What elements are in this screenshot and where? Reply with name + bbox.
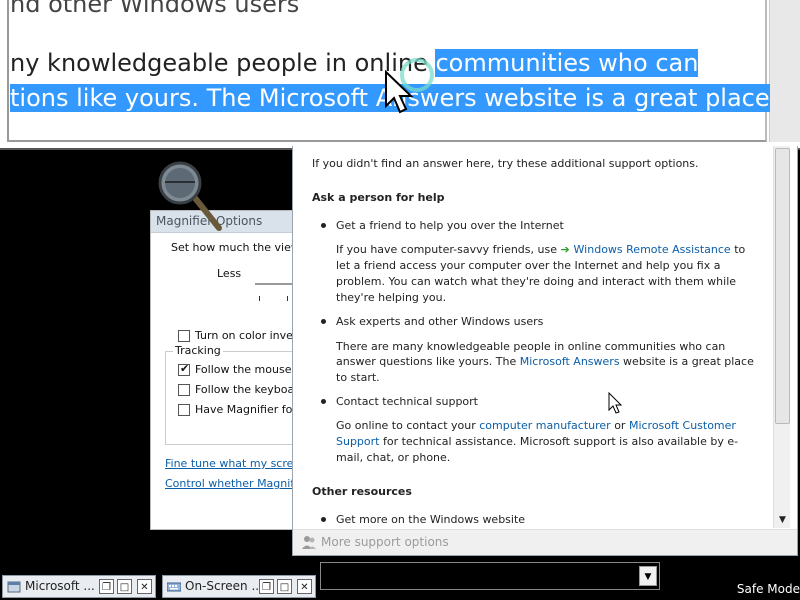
friend-text-to: to — [730, 243, 746, 256]
tech-line2-post: for technical assistance. Microsoft supp… — [379, 435, 739, 448]
friend-text-line3: problem. You can watch what they're doin… — [336, 275, 737, 288]
maximize-icon[interactable]: □ — [277, 579, 292, 594]
address-dropdown[interactable]: ▼ — [320, 562, 660, 590]
magnifying-glass-icon — [158, 161, 222, 231]
bullet — [321, 319, 326, 324]
friend-text: If you have computer-savvy friends, use … — [336, 242, 745, 258]
microsoft-support-link[interactable]: Microsoft Customer — [629, 419, 736, 432]
experts-line2-pre: answer questions like yours. The — [336, 355, 520, 368]
bullet — [321, 399, 326, 404]
bullet — [321, 517, 326, 522]
dialog-body: Set how much the view Less Turn on color… — [151, 233, 305, 529]
scroll-down-arrow-icon[interactable]: ▼ — [775, 513, 790, 527]
friend-bullet: Get a friend to help you over the Intern… — [336, 219, 564, 232]
restore-icon[interactable]: ❐ — [259, 579, 274, 594]
color-inversion-label: Turn on color inver — [195, 329, 298, 342]
ask-heading: Ask a person for help — [312, 191, 445, 204]
zoom-label: Set how much the view — [171, 241, 300, 254]
microsoft-support-link-cont[interactable]: Support — [336, 435, 379, 448]
help-intro: If you didn't find an answer here, try t… — [312, 157, 699, 170]
experts-line1: There are many knowledgeable people in o… — [336, 340, 726, 353]
friend-text-pre: If you have computer-savvy friends, use — [336, 243, 561, 256]
experts-bullet: Ask experts and other Windows users — [336, 315, 544, 328]
other-resources-heading: Other resources — [312, 485, 412, 498]
restore-icon[interactable]: ❐ — [99, 579, 114, 594]
safe-mode-label: Safe Mode — [736, 582, 800, 596]
follow-mouse-label: Follow the mouse — [195, 363, 292, 376]
tracking-label: Tracking — [173, 344, 223, 357]
fine-tune-link[interactable]: Fine tune what my scree — [165, 457, 300, 470]
follow-focus-label: Have Magnifier fol — [195, 403, 296, 416]
follow-mouse-checkbox[interactable] — [178, 362, 190, 376]
people-icon — [302, 536, 316, 549]
tech-line2: Support for technical assistance. Micros… — [336, 434, 738, 450]
help-content: If you didn't find an answer here, try t… — [293, 146, 773, 528]
mouse-cursor-icon — [608, 392, 623, 414]
tech-line1-pre: Go online to contact your — [336, 419, 480, 432]
more-support-options[interactable]: More support options — [321, 535, 449, 549]
mouse-cursor-icon — [385, 70, 414, 114]
computer-manufacturer-link[interactable]: computer manufacturer — [479, 419, 610, 432]
more-windows-bullet: Get more on the Windows website — [336, 513, 526, 526]
less-label: Less — [217, 267, 242, 280]
bullet — [321, 223, 326, 228]
tech-line1: Go online to contact your computer manuf… — [336, 418, 736, 434]
microsoft-answers-link[interactable]: Microsoft Answers — [520, 355, 620, 368]
experts-line2: answer questions like yours. The Microso… — [336, 354, 754, 370]
follow-keyboard-label: Follow the keyboa — [195, 383, 295, 396]
tech-line3: mail, chat, or phone. — [336, 451, 451, 464]
tech-bullet: Contact technical support — [336, 395, 478, 408]
keyboard-icon — [167, 582, 181, 592]
slider-tick — [259, 296, 260, 301]
friend-text-line2: let a friend access your computer over t… — [336, 259, 721, 272]
help-vertical-scrollbar[interactable]: ▼ — [773, 146, 790, 528]
lens-line-1: nd other Windows users — [10, 0, 300, 18]
close-icon[interactable]: ✕ — [137, 579, 152, 594]
color-inversion-checkbox[interactable] — [178, 330, 190, 342]
tech-line1-mid: or — [610, 419, 629, 432]
lens-line-2: ny knowledgeable people in online commun… — [10, 49, 699, 77]
friend-text-line4: they're helping you. — [336, 291, 447, 304]
chevron-down-icon[interactable]: ▼ — [639, 566, 657, 586]
arrow-right-icon: ➔ — [560, 243, 574, 256]
follow-keyboard-checkbox[interactable] — [178, 384, 190, 396]
slider-tick — [287, 296, 288, 301]
experts-line2-post: website is a great place — [619, 355, 754, 368]
taskbar-item-label: On-Screen ... — [185, 579, 263, 593]
window-app-icon — [7, 581, 21, 593]
taskbar-item-microsoft[interactable]: Microsoft ... ❐ □ ✕ — [2, 575, 156, 598]
lens-line-2-selected: communities who can — [435, 49, 699, 77]
remote-assistance-link[interactable]: Windows Remote Assistance — [574, 243, 731, 256]
lens-scrollbar — [769, 0, 800, 142]
help-footer: More support options — [293, 529, 797, 555]
taskbar-item-label: Microsoft ... — [25, 579, 95, 593]
magnifier-options-dialog: Magnifier Options Set how much the view … — [150, 210, 305, 530]
scrollbar-thumb[interactable] — [775, 148, 790, 424]
close-icon[interactable]: ✕ — [297, 579, 312, 594]
control-magnifier-link[interactable]: Control whether Magnif — [165, 477, 294, 490]
lens-line-2-plain: ny knowledgeable people in online — [10, 49, 436, 77]
follow-focus-checkbox[interactable] — [178, 404, 190, 416]
magnifier-lens-view: nd other Windows users ny knowledgeable … — [0, 0, 800, 150]
help-window: If you didn't find an answer here, try t… — [292, 146, 798, 556]
maximize-icon[interactable]: □ — [117, 579, 132, 594]
taskbar-item-on-screen-keyboard[interactable]: On-Screen ... ❐ □ ✕ — [162, 575, 316, 598]
experts-line3: to start. — [336, 371, 380, 384]
